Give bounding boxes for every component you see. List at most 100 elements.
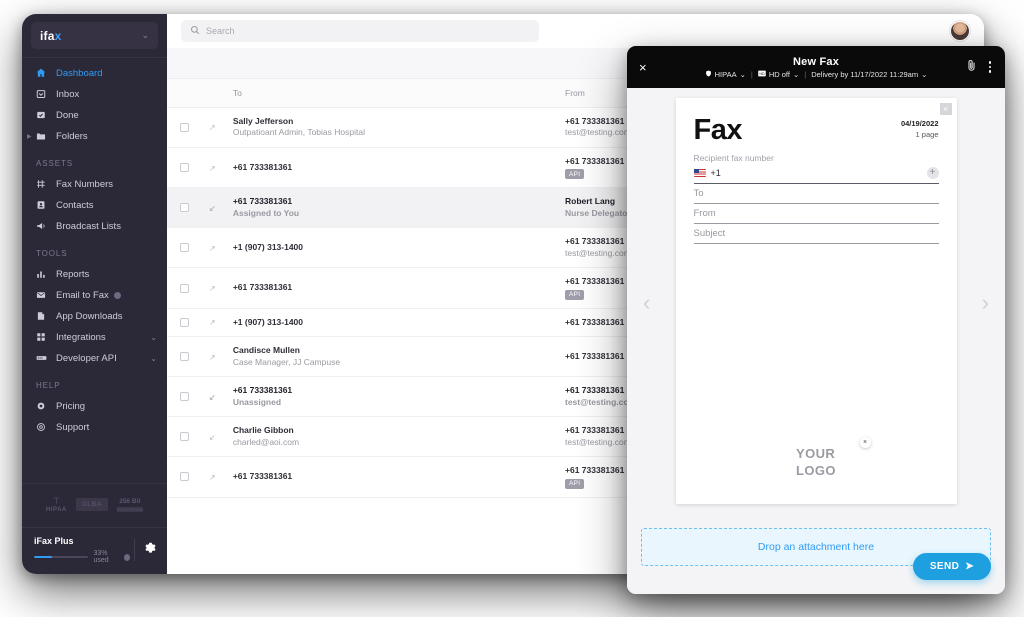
chevron-down-icon[interactable]: ⌄ xyxy=(150,354,157,363)
sidebar-label: App Downloads xyxy=(56,311,123,322)
to-cell: Charlie Gibboncharled@aoi.com xyxy=(233,417,565,457)
section-tools: TOOLS xyxy=(22,249,167,258)
outgoing-arrow-icon: ↗ xyxy=(209,284,216,293)
to-secondary: Unassigned xyxy=(233,397,561,408)
col-to[interactable]: To xyxy=(233,79,565,108)
to-cell: +1 (907) 313-1400 xyxy=(233,308,565,336)
new-fax-modal: × New Fax HIPAA ⌄ | HD HD off ⌄ xyxy=(627,46,1005,594)
direction-cell: ↗ xyxy=(209,228,233,268)
plan-name: iFax Plus xyxy=(34,536,130,546)
to-field[interactable]: To xyxy=(694,184,939,204)
sidebar-item-inbox[interactable]: Inbox xyxy=(22,85,167,103)
sidebar-item-done[interactable]: Done xyxy=(22,106,167,124)
outgoing-arrow-icon: ↗ xyxy=(209,353,216,362)
prev-page-arrow[interactable]: ‹ xyxy=(643,290,650,316)
incoming-arrow-icon: ↙ xyxy=(209,204,216,213)
sidebar-item-broadcast-lists[interactable]: Broadcast Lists xyxy=(22,217,167,235)
sidebar-label: Inbox xyxy=(56,89,79,100)
logo-placeholder[interactable]: YOUR LOGO × xyxy=(694,445,939,480)
sidebar-item-app-downloads[interactable]: App Downloads xyxy=(22,307,167,325)
brand-logo: ifax xyxy=(40,29,61,43)
sidebar-item-folders[interactable]: ▶ Folders xyxy=(22,127,167,145)
row-select-cell xyxy=(167,147,209,187)
to-primary: +61 733381361 xyxy=(233,471,561,482)
chevron-down-icon: ⌄ xyxy=(921,70,927,79)
to-primary: +61 733381361 xyxy=(233,196,561,207)
shield-icon xyxy=(705,70,712,79)
divider: | xyxy=(804,70,806,79)
sidebar-item-dashboard[interactable]: Dashboard xyxy=(22,64,167,82)
search-bar[interactable] xyxy=(181,20,539,42)
plan-info: iFax Plus 33% used xyxy=(34,536,130,564)
recipient-fax-number-field[interactable]: +1 + xyxy=(694,163,939,184)
incoming-arrow-icon: ↙ xyxy=(209,433,216,442)
row-checkbox[interactable] xyxy=(180,284,189,293)
sidebar-item-fax-numbers[interactable]: Fax Numbers xyxy=(22,175,167,193)
row-checkbox[interactable] xyxy=(180,352,189,361)
row-select-cell xyxy=(167,457,209,497)
from-field[interactable]: From xyxy=(694,204,939,224)
direction-cell: ↗ xyxy=(209,457,233,497)
row-select-cell xyxy=(167,268,209,308)
search-input[interactable] xyxy=(206,26,530,36)
to-secondary: charled@aoi.com xyxy=(233,437,561,448)
from-placeholder: From xyxy=(694,208,716,219)
row-checkbox[interactable] xyxy=(180,243,189,252)
close-icon[interactable]: × xyxy=(639,61,647,74)
sidebar-label: Contacts xyxy=(56,200,94,211)
remove-cover-sheet-button[interactable]: × xyxy=(940,103,952,115)
add-recipient-button[interactable]: + xyxy=(927,167,939,179)
sidebar-item-email-to-fax[interactable]: Email to Fax xyxy=(22,286,167,304)
row-checkbox[interactable] xyxy=(180,432,189,441)
row-checkbox[interactable] xyxy=(180,392,189,401)
sidebar-item-reports[interactable]: Reports xyxy=(22,265,167,283)
sidebar-item-integrations[interactable]: Integrations ⌄ xyxy=(22,328,167,346)
to-primary: Sally Jefferson xyxy=(233,116,561,127)
row-checkbox[interactable] xyxy=(180,163,189,172)
usage-label: 33% used xyxy=(93,550,120,564)
subject-placeholder: Subject xyxy=(694,228,726,239)
hipaa-option[interactable]: HIPAA ⌄ xyxy=(705,70,746,79)
sidebar-label: Fax Numbers xyxy=(56,179,113,190)
sidebar-label: Broadcast Lists xyxy=(56,221,121,232)
sidebar-item-contacts[interactable]: Contacts xyxy=(22,196,167,214)
kebab-menu-icon[interactable] xyxy=(987,59,994,75)
hd-icon: HD xyxy=(758,70,766,79)
modal-options: HIPAA ⌄ | HD HD off ⌄ | Delivery by 11/1… xyxy=(627,70,1005,79)
gear-icon[interactable] xyxy=(144,542,157,558)
sidebar-item-support[interactable]: Support xyxy=(22,418,167,436)
to-placeholder: To xyxy=(694,188,704,199)
chevron-down-icon[interactable]: ⌄ xyxy=(150,333,157,342)
hd-option[interactable]: HD HD off ⌄ xyxy=(758,70,799,79)
info-icon[interactable] xyxy=(114,292,121,299)
to-cell: +61 733381361 xyxy=(233,457,565,497)
row-checkbox[interactable] xyxy=(180,318,189,327)
chevron-right-icon[interactable]: ▶ xyxy=(27,133,32,140)
subject-field[interactable]: Subject xyxy=(694,224,939,244)
to-cell: +61 733381361 xyxy=(233,268,565,308)
usage-fill xyxy=(34,556,52,559)
inbox-icon xyxy=(36,89,49,99)
user-avatar[interactable] xyxy=(950,21,970,41)
paperclip-icon[interactable] xyxy=(966,59,977,75)
row-checkbox[interactable] xyxy=(180,472,189,481)
to-primary: +1 (907) 313-1400 xyxy=(233,317,561,328)
info-icon[interactable] xyxy=(124,554,130,561)
row-select-cell xyxy=(167,417,209,457)
sidebar-item-pricing[interactable]: Pricing xyxy=(22,397,167,415)
delivery-option[interactable]: Delivery by 11/17/2022 11:29am ⌄ xyxy=(811,70,927,79)
us-flag-icon xyxy=(694,169,706,177)
to-secondary: Assigned to You xyxy=(233,208,561,219)
encryption-badge: 256 Bit ENCRYPTION xyxy=(117,498,143,512)
to-cell: +61 733381361 xyxy=(233,147,565,187)
workspace-switcher[interactable]: ifax ⌄ xyxy=(31,22,158,49)
email-to-fax-icon xyxy=(36,290,49,300)
contacts-icon xyxy=(36,200,49,210)
next-page-arrow[interactable]: › xyxy=(982,290,989,316)
sidebar-item-developer-api[interactable]: Developer API ⌄ xyxy=(22,349,167,367)
remove-logo-button[interactable]: × xyxy=(860,437,871,448)
row-checkbox[interactable] xyxy=(180,123,189,132)
to-primary: +61 733381361 xyxy=(233,162,561,173)
send-button[interactable]: SEND ➤ xyxy=(913,553,991,580)
row-checkbox[interactable] xyxy=(180,203,189,212)
